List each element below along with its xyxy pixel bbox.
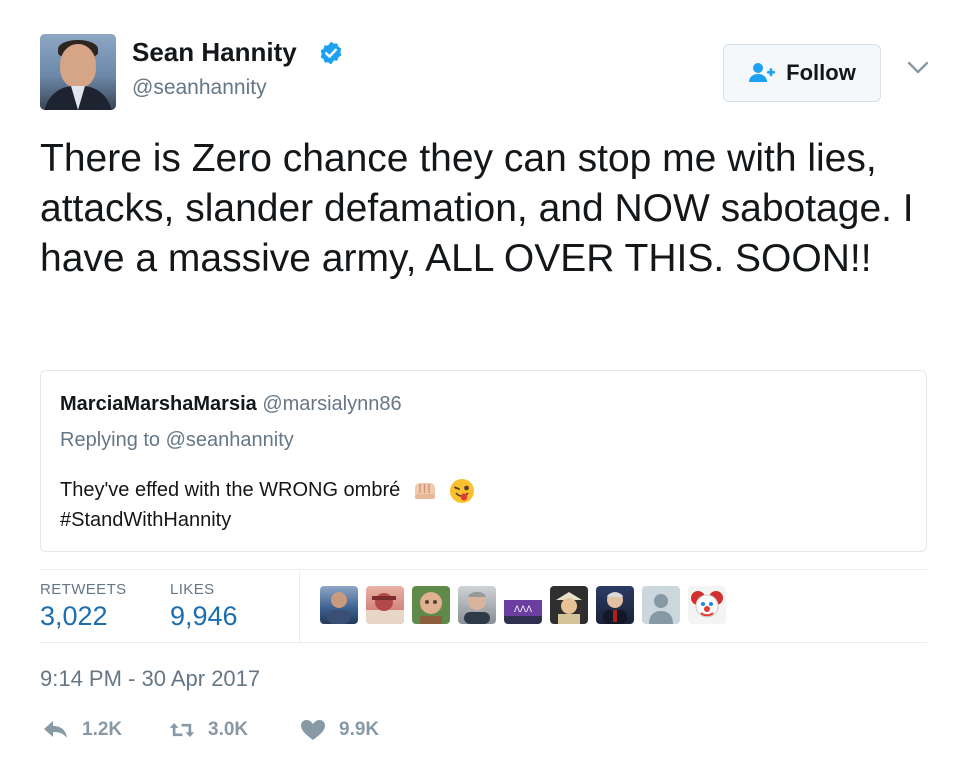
reply-count: 1.2K — [82, 719, 123, 740]
hashtag-link[interactable]: #StandWithHannity — [60, 505, 475, 535]
reply-icon — [44, 721, 67, 738]
divider — [40, 569, 927, 570]
replying-to: Replying to @seanhannity — [60, 429, 294, 451]
retweet-icon — [169, 723, 195, 737]
follow-label: Follow — [786, 60, 856, 85]
liker-avatar[interactable] — [320, 586, 358, 624]
retweet-button[interactable]: 3.0K — [168, 716, 248, 744]
author-avatar[interactable] — [40, 34, 116, 110]
heart-icon — [301, 720, 325, 740]
retweets-label[interactable]: RETWEETS — [40, 581, 127, 598]
winking-tongue-emoji-icon — [450, 478, 475, 503]
liker-avatar[interactable] — [458, 586, 496, 624]
like-button[interactable]: 9.9K — [299, 716, 379, 744]
tweet-text: There is Zero chance they can stop me wi… — [40, 137, 914, 280]
stats-divider — [299, 571, 300, 642]
liker-avatar[interactable] — [366, 586, 404, 624]
author-name[interactable]: Sean Hannity — [132, 37, 297, 68]
quoted-tweet-header: MarciaMarshaMarsia @marsialynn86 — [60, 393, 402, 416]
divider — [40, 642, 927, 643]
quoted-tweet[interactable]: MarciaMarshaMarsia @marsialynn86 Replyin… — [40, 370, 927, 552]
quoted-author-handle: @marsialynn86 — [262, 393, 402, 415]
add-user-icon — [749, 63, 776, 82]
retweet-count: 3.0K — [208, 719, 249, 740]
verified-badge-icon — [320, 41, 342, 65]
liker-avatar[interactable] — [550, 586, 588, 624]
follow-button[interactable]: Follow — [723, 44, 881, 102]
retweets-count[interactable]: 3,022 — [40, 601, 108, 632]
default-avatar-icon[interactable] — [642, 586, 680, 624]
reply-button[interactable]: 1.2K — [42, 716, 122, 744]
like-count: 9.9K — [339, 719, 380, 740]
quoted-tweet-line1: They've effed with the WRONG ombré — [60, 479, 401, 501]
likes-count[interactable]: 9,946 — [170, 601, 238, 632]
svg-text:ΛΛΛ: ΛΛΛ — [514, 604, 532, 614]
liker-avatar[interactable]: ΛΛΛ — [504, 586, 542, 624]
quoted-author-name: MarciaMarshaMarsia — [60, 393, 257, 415]
chevron-down-icon[interactable] — [906, 60, 930, 76]
liker-avatar[interactable] — [412, 586, 450, 624]
author-handle[interactable]: @seanhannity — [132, 76, 267, 100]
fist-emoji-icon — [414, 482, 435, 499]
likes-label[interactable]: LIKES — [170, 581, 215, 598]
liker-avatar[interactable] — [688, 586, 726, 624]
quoted-tweet-text: They've effed with the WRONG ombré #Stan… — [60, 475, 475, 535]
tweet-timestamp[interactable]: 9:14 PM - 30 Apr 2017 — [40, 666, 260, 692]
liker-avatar[interactable] — [596, 586, 634, 624]
